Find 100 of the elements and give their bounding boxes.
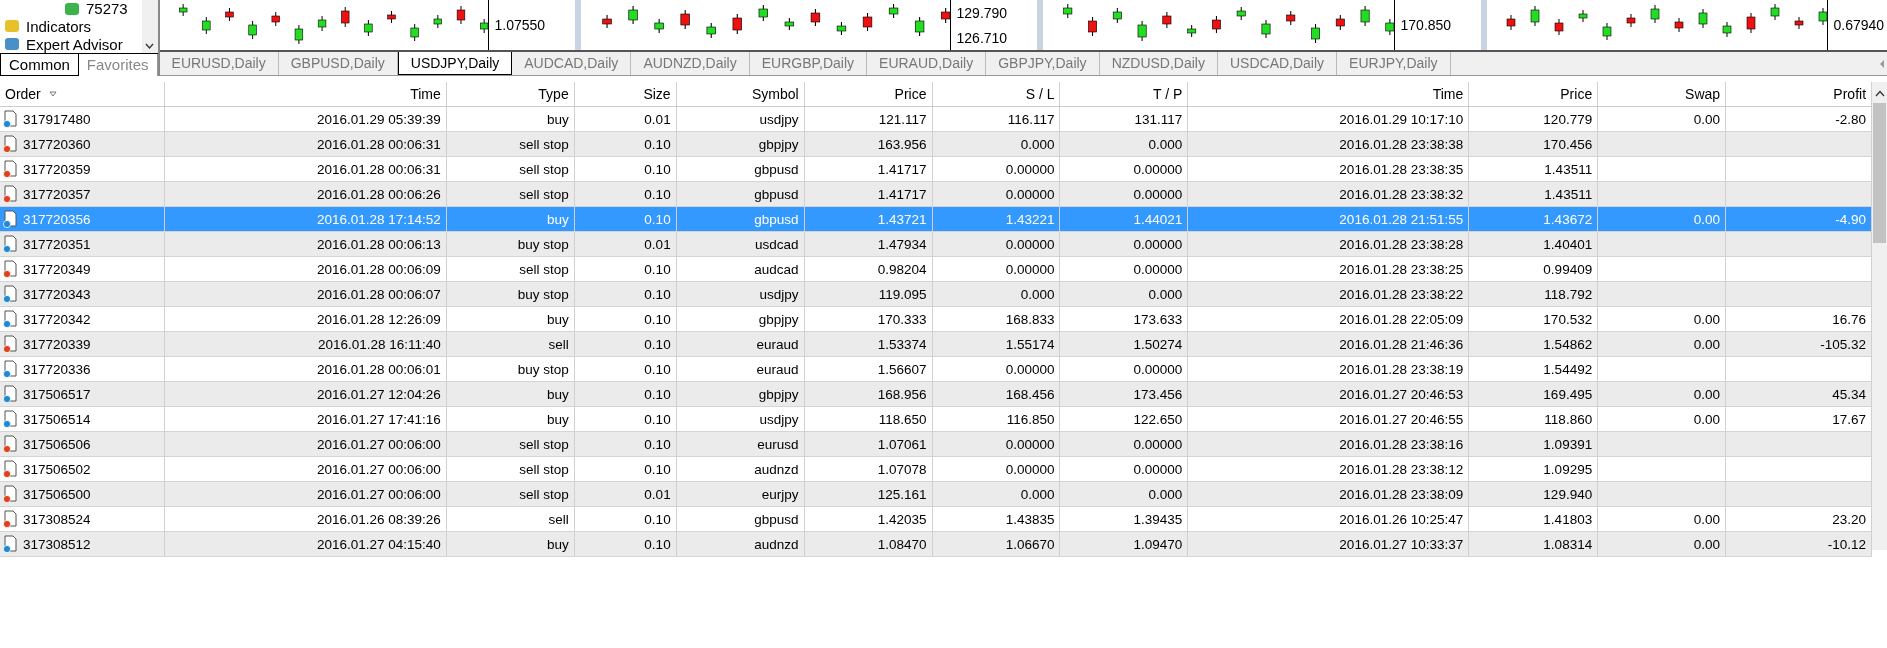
candle <box>836 21 846 36</box>
column-header[interactable]: Size <box>574 82 677 106</box>
table-cell: 125.161 <box>804 482 933 506</box>
table-cell: 317720336 <box>23 361 91 377</box>
column-header[interactable]: Symbol <box>676 82 805 106</box>
table-cell: 2016.01.28 23:38:28 <box>1188 232 1470 256</box>
table-cell: 0.00 <box>1598 332 1727 356</box>
chart-tab[interactable]: AUDCAD,Daily <box>512 52 632 75</box>
candle <box>248 20 257 40</box>
navigator-item[interactable]: Indicators <box>4 17 140 36</box>
table-cell: 1.43721 <box>804 207 933 231</box>
table-cell: usdjpy <box>676 407 805 431</box>
table-cell: 0.00 <box>1598 307 1727 331</box>
candle <box>601 14 612 29</box>
navigator-item[interactable]: Expert Advisor <box>4 35 140 53</box>
table-cell: 1.09470 <box>1060 532 1189 556</box>
table-cell: 119.095 <box>804 282 933 306</box>
candle <box>914 16 924 37</box>
table-cell: sell <box>446 332 575 356</box>
order-row[interactable]: 317720339 2016.01.28 16:11:40 sell 0.10 euraud 1.53374 1.55174 1.50274 2016.01.28 21:46:36 1.54862 0.00 -105.32 <box>0 332 1872 357</box>
chart-tab[interactable]: GBPJPY,Daily <box>986 52 1100 75</box>
chart-tab[interactable]: AUDNZD,Daily <box>631 52 750 75</box>
scroll-up-icon[interactable] <box>1874 90 1885 97</box>
table-cell: 317720357 <box>23 186 91 202</box>
candle <box>1285 10 1295 26</box>
table-cell: audnzd <box>676 457 805 481</box>
chart-tab[interactable]: USDJPY,Daily <box>397 52 513 75</box>
table-cell: 1.53374 <box>804 332 933 356</box>
candle <box>1360 5 1370 27</box>
table-cell: 0.00000 <box>1060 432 1189 456</box>
chart-tab[interactable]: NZDUSD,Daily <box>1099 52 1218 75</box>
column-header[interactable]: Price <box>804 82 933 106</box>
order-row[interactable]: 317308512 2016.01.27 04:15:40 buy 0.10 audnzd 1.08470 1.06670 1.09470 2016.01.27 10:33:37 1.08314 0.00 -10.12 <box>0 532 1872 557</box>
table-cell: 2016.01.28 17:14:52 <box>164 207 447 231</box>
table-cell: 0.00000 <box>932 457 1061 481</box>
candle <box>784 17 794 31</box>
table-cell: buy <box>446 107 575 131</box>
table-cell: 1.54492 <box>1469 357 1599 381</box>
table-cell: 2016.01.27 12:04:26 <box>164 382 447 406</box>
table-cell: 317720359 <box>23 161 91 177</box>
table-cell: 170.456 <box>1469 132 1599 156</box>
navigator-item[interactable]: 75273 <box>4 0 140 18</box>
candle <box>178 3 187 17</box>
table-cell: 0.10 <box>574 432 677 456</box>
chart-tab[interactable]: EURAUD,Daily <box>867 52 987 75</box>
table-cell: 317506517 <box>23 386 91 402</box>
chart-tab[interactable]: EURGBP,Daily <box>749 52 868 75</box>
chart-tab[interactable]: GBPUSD,Daily <box>278 52 398 75</box>
table-cell: euraud <box>676 357 805 381</box>
order-row[interactable]: 317720351 2016.01.28 00:06:13 buy stop 0.01 usdcad 1.47934 0.00000 0.00000 2016.01.28 23:38:28 1.40401 <box>0 232 1872 257</box>
column-header[interactable]: Type <box>446 82 575 106</box>
table-cell: 317720351 <box>23 236 91 252</box>
navigator-tab[interactable]: Favorites <box>78 54 158 76</box>
order-row[interactable]: 317506506 2016.01.27 00:06:00 sell stop 0.10 eurusd 1.07061 0.00000 0.00000 2016.01.28 23:38:16 1.09391 <box>0 432 1872 457</box>
candle <box>1062 3 1072 19</box>
table-cell: 0.00000 <box>1060 232 1189 256</box>
table-cell: 317506506 <box>23 436 91 452</box>
table-cell: 0.10 <box>574 457 677 481</box>
table-cell: 131.117 <box>1060 107 1189 131</box>
column-header[interactable]: S / L <box>932 82 1061 106</box>
table-cell: 1.55174 <box>932 332 1061 356</box>
table-cell: 2016.01.28 00:06:26 <box>164 182 447 206</box>
scroll-down-icon <box>145 43 155 49</box>
table-cell: 0.00000 <box>1060 157 1189 181</box>
table-cell: sell stop <box>446 132 575 156</box>
order-row[interactable]: 317506517 2016.01.27 12:04:26 buy 0.10 gbpjpy 168.956 168.456 173.456 2016.01.27 20:46:53 169.495 0.00 45.34 <box>0 382 1872 407</box>
candle <box>1236 6 1246 21</box>
column-header[interactable]: T / P <box>1060 82 1189 106</box>
table-cell: sell stop <box>446 157 575 181</box>
table-cell: buy stop <box>446 282 575 306</box>
price-label: 1.07550 <box>494 17 547 33</box>
order-row[interactable]: 317506500 2016.01.27 00:06:00 sell stop 0.01 eurjpy 125.161 0.000 0.000 2016.01.28 23:38:09 129.940 <box>0 482 1872 507</box>
table-cell: 2016.01.28 23:38:12 <box>1188 457 1470 481</box>
table-cell: 0.10 <box>574 207 677 231</box>
table-cell: 0.000 <box>932 282 1061 306</box>
table-cell: 1.50274 <box>1060 332 1189 356</box>
order-row[interactable]: 317720357 2016.01.28 00:06:26 sell stop 0.10 gbpusd 1.41717 0.00000 0.00000 2016.01.28 23:38:32 1.43511 <box>0 182 1872 207</box>
table-cell: 317917480 <box>23 111 91 127</box>
column-header[interactable]: Time <box>1188 82 1470 106</box>
table-cell: 1.43672 <box>1469 207 1599 231</box>
table-cell: buy <box>446 532 575 556</box>
chart-tab[interactable]: USDCAD,Daily <box>1217 52 1338 75</box>
column-header[interactable]: Swap <box>1598 82 1727 106</box>
scrollbar-thumb[interactable] <box>1873 103 1886 243</box>
chart-tab[interactable]: EURJPY,Daily <box>1337 52 1451 75</box>
candle <box>888 3 898 19</box>
candle <box>1650 4 1659 24</box>
navigator-tab[interactable]: Common <box>0 54 79 76</box>
candle <box>433 14 442 29</box>
order-row[interactable]: 317720343 2016.01.28 00:06:07 buy stop 0.10 usdjpy 119.095 0.000 0.000 2016.01.28 23:38:22 118.792 <box>0 282 1872 307</box>
table-cell: gbpusd <box>676 157 805 181</box>
chart-tab[interactable]: EURUSD,Daily <box>159 52 279 75</box>
column-header[interactable]: Time <box>164 82 447 106</box>
table-cell: 317720349 <box>23 261 91 277</box>
order-row[interactable]: 317720360 2016.01.28 00:06:31 sell stop 0.10 gbpjpy 163.956 0.000 0.000 2016.01.28 23:38:38 170.456 <box>0 132 1872 157</box>
column-header[interactable]: Price <box>1469 82 1599 106</box>
column-header[interactable]: Order <box>0 82 165 106</box>
scrollbar[interactable] <box>141 0 158 53</box>
candle <box>1794 16 1803 30</box>
table-cell: 1.09295 <box>1469 457 1599 481</box>
